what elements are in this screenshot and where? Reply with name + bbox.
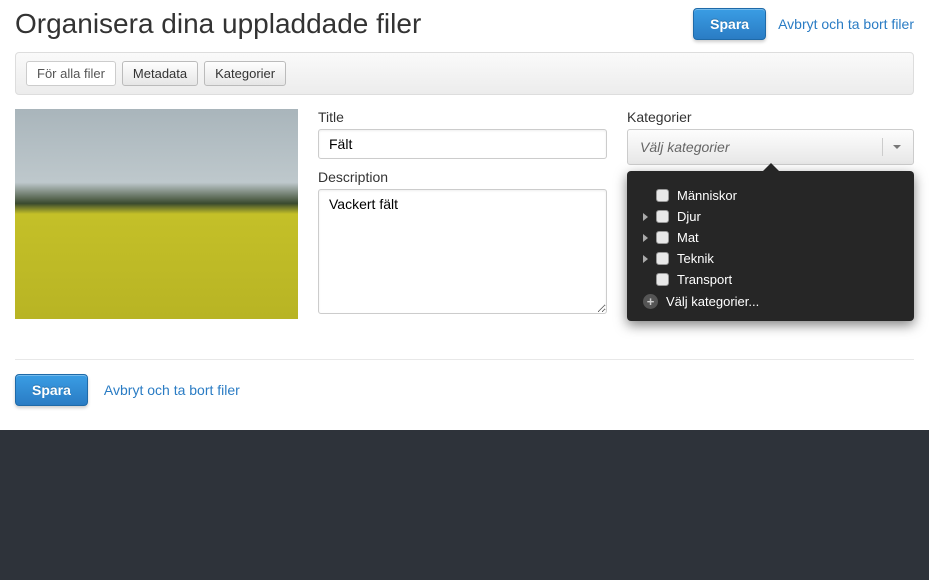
save-button[interactable]: Spara	[693, 8, 766, 40]
description-label: Description	[318, 169, 607, 185]
categories-placeholder: Välj kategorier	[640, 139, 730, 155]
checkbox-icon[interactable]	[656, 189, 669, 202]
category-option[interactable]: Teknik	[637, 248, 904, 269]
add-categories[interactable]: + Välj kategorier...	[637, 290, 904, 313]
category-option[interactable]: Transport	[637, 269, 904, 290]
file-thumbnail	[15, 109, 298, 319]
category-option[interactable]: Människor	[637, 185, 904, 206]
cancel-link-footer[interactable]: Avbryt och ta bort filer	[104, 382, 240, 398]
chevron-right-icon[interactable]	[643, 255, 648, 263]
categories-label: Kategorier	[627, 109, 914, 125]
category-option[interactable]: Mat	[637, 227, 904, 248]
plus-icon: +	[643, 294, 658, 309]
category-option[interactable]: Djur	[637, 206, 904, 227]
title-label: Title	[318, 109, 607, 125]
chevron-down-icon	[882, 138, 901, 156]
description-input[interactable]: Vackert fält	[318, 189, 607, 314]
chevron-right-icon[interactable]	[643, 213, 648, 221]
save-button-footer[interactable]: Spara	[15, 374, 88, 406]
chevron-right-icon[interactable]	[643, 234, 648, 242]
dropdown-arrow-icon	[762, 163, 780, 172]
add-categories-label: Välj kategorier...	[666, 294, 759, 309]
category-label: Människor	[677, 188, 737, 203]
categories-panel: Människor Djur Mat Teknik	[627, 171, 914, 321]
cancel-link[interactable]: Avbryt och ta bort filer	[778, 16, 914, 32]
metadata-button[interactable]: Metadata	[122, 61, 198, 86]
toolbar-all-files-label: För alla filer	[26, 61, 116, 86]
page-title: Organisera dina uppladdade filer	[15, 8, 421, 40]
categories-dropdown[interactable]: Välj kategorier	[627, 129, 914, 165]
page-footer	[0, 430, 929, 580]
category-label: Transport	[677, 272, 732, 287]
categories-button[interactable]: Kategorier	[204, 61, 286, 86]
category-label: Djur	[677, 209, 701, 224]
category-label: Mat	[677, 230, 699, 245]
title-input[interactable]	[318, 129, 607, 159]
checkbox-icon[interactable]	[656, 273, 669, 286]
category-label: Teknik	[677, 251, 714, 266]
checkbox-icon[interactable]	[656, 231, 669, 244]
checkbox-icon[interactable]	[656, 252, 669, 265]
toolbar: För alla filer Metadata Kategorier	[15, 52, 914, 95]
checkbox-icon[interactable]	[656, 210, 669, 223]
